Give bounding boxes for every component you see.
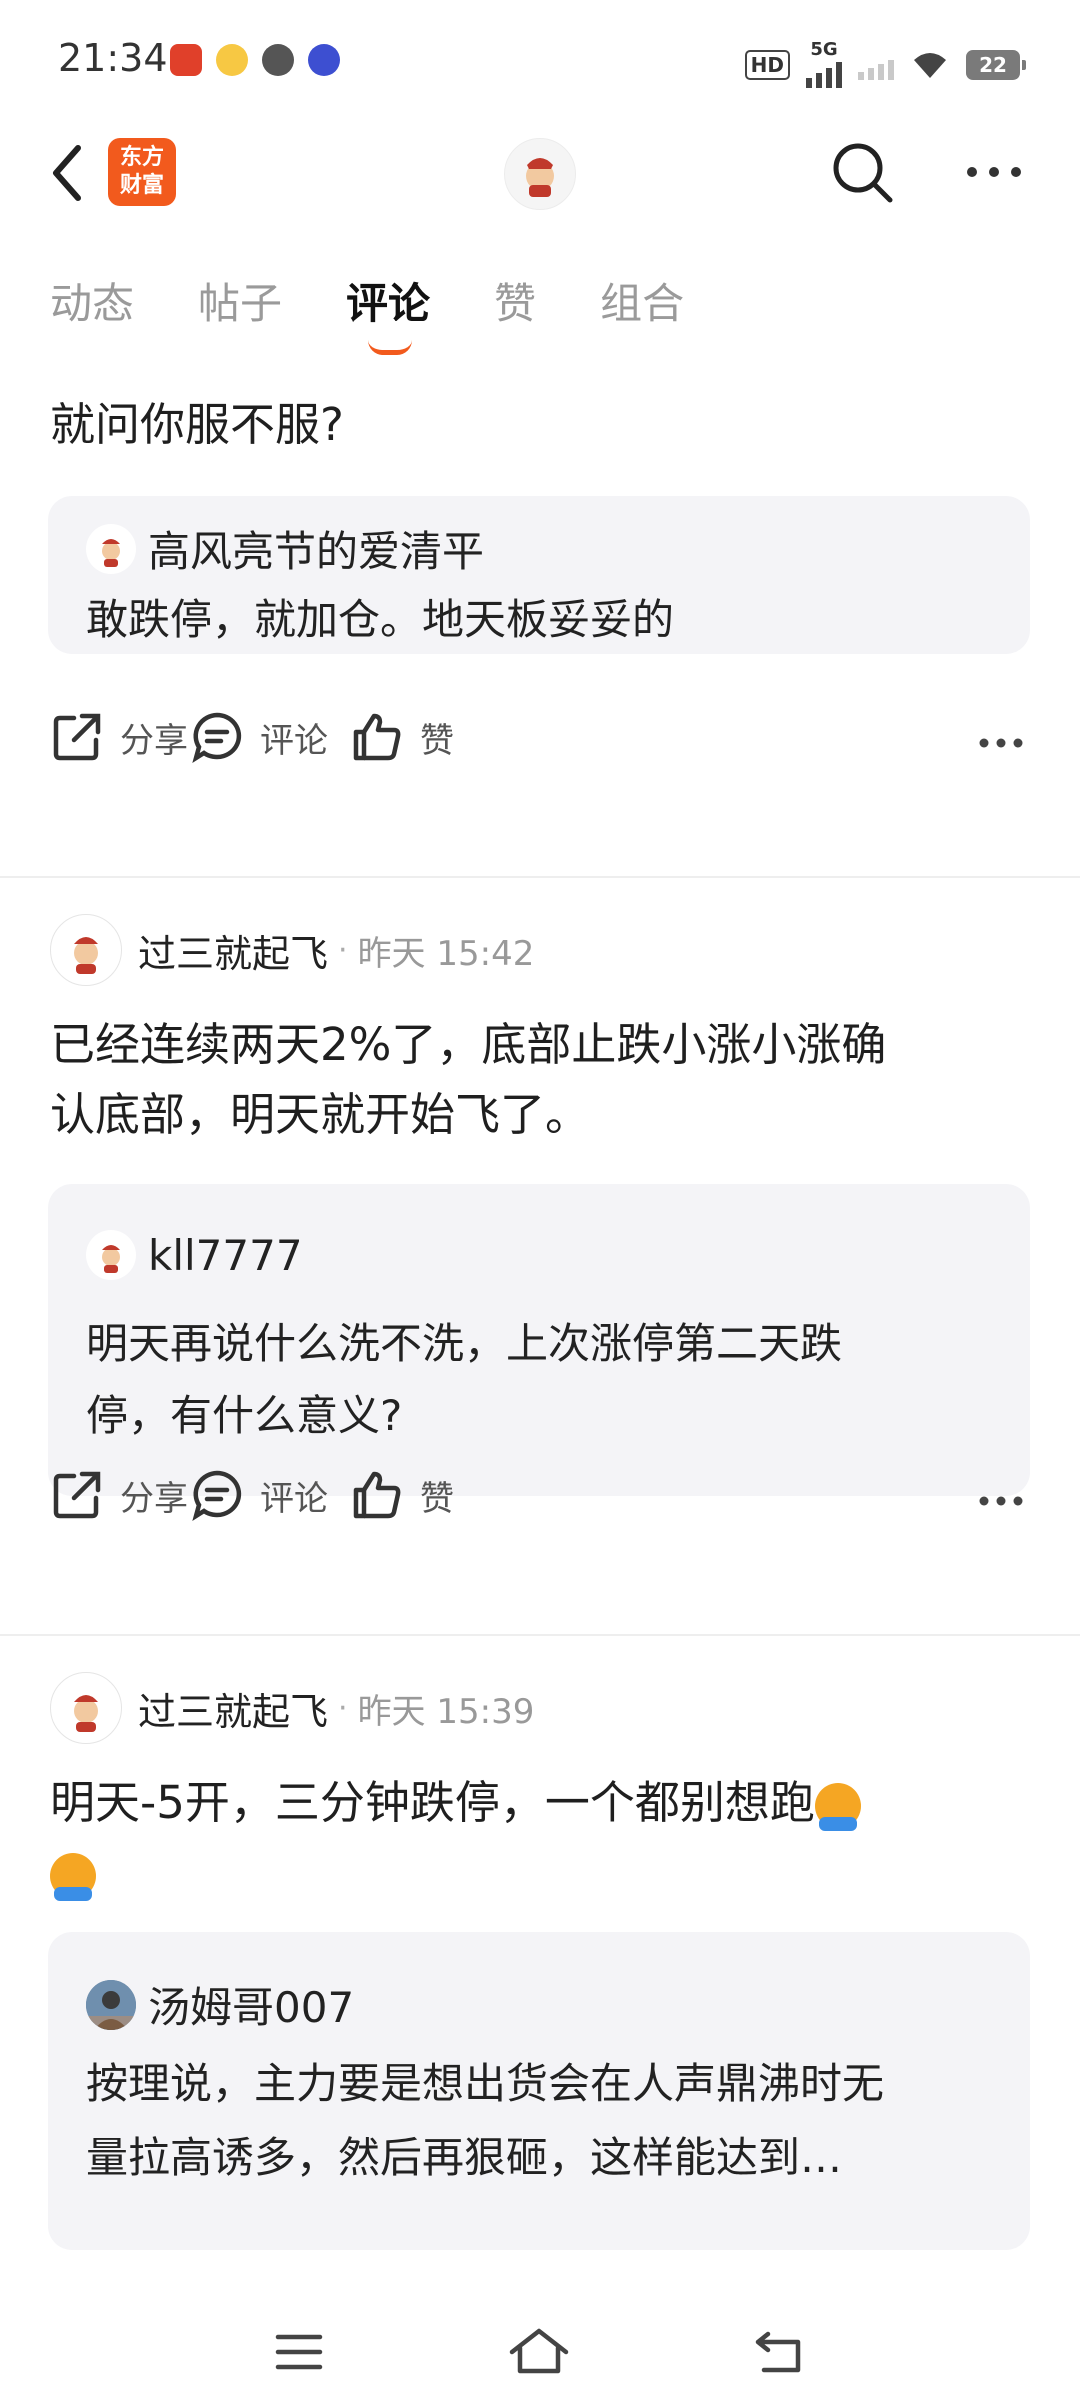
shrug-emoji-icon [50, 1853, 96, 1901]
share-button[interactable]: 分享 [50, 710, 188, 764]
quoted-text: 敢跌停，就加仓。地天板妥妥的 [86, 595, 675, 644]
more-options-icon[interactable] [964, 162, 1024, 182]
status-right: HD 5G 22 [744, 41, 1026, 88]
thumbs-up-icon [353, 713, 401, 761]
post-actions: 分享 评论 赞 [50, 1468, 1030, 1538]
post-text-line-1: 已经连续两天2%了，底部止跌小涨小涨确 [50, 1018, 887, 1071]
separator-dot: · [338, 932, 348, 968]
quoted-text-line-2: 停，有什么意义? [86, 1391, 403, 1440]
status-app-icons [170, 44, 340, 76]
post-actions: 分享 评论 赞 [50, 710, 1030, 780]
signal-5g-icon: 5G [806, 41, 842, 88]
link-icon [262, 44, 294, 76]
share-icon [53, 713, 101, 761]
tab-comments[interactable]: 评论 [346, 270, 430, 355]
comment-button[interactable]: 评论 [190, 710, 328, 764]
quoted-username[interactable]: 汤姆哥007 [148, 1974, 354, 2035]
like-button[interactable]: 赞 [350, 710, 454, 764]
comment-icon [192, 712, 242, 763]
tieba-icon [308, 44, 340, 76]
logo-text-bottom: 财富 [119, 173, 164, 198]
shrug-emoji-icon [814, 1783, 861, 1831]
quoted-comment[interactable]: 汤姆哥007 按理说，主力要是想出货会在人声鼎沸时无 量拉高诱多，然后再狠砸，这… [48, 1932, 1030, 2250]
quoted-text-line-1: 明天再说什么洗不洗，上次涨停第二天跌 [86, 1319, 843, 1368]
post-header: 过三就起飞 · 昨天 15:39 [50, 1672, 534, 1744]
post-more-icon[interactable] [978, 1494, 1024, 1508]
app-notification-icon [170, 44, 202, 76]
logo-text-top: 东方 [119, 145, 164, 170]
search-icon[interactable] [830, 140, 896, 206]
quoted-user-avatar-photo [86, 1979, 136, 2030]
status-bar: 21:34 HD 5G 22 [0, 0, 1080, 120]
comment-feed: 后还是上小雨再做上，要价还才开始涨的， 就问你服不服? 高风亮节的爱清平 敢跌停… [0, 340, 1080, 2290]
post-more-icon[interactable] [978, 736, 1024, 750]
menu-icon[interactable] [274, 2332, 324, 2372]
comment-button[interactable]: 评论 [190, 1468, 328, 1522]
post-header: 过三就起飞 · 昨天 15:42 [50, 914, 534, 986]
post-time: 昨天 15:39 [357, 1691, 535, 1732]
quoted-text-line-1: 按理说，主力要是想出货会在人声鼎沸时无 [86, 2059, 885, 2108]
fortune-god-avatar-icon [526, 158, 554, 197]
quoted-username[interactable]: 高风亮节的爱清平 [148, 518, 484, 579]
comment-icon [192, 1470, 242, 1521]
username[interactable]: 过三就起飞 [138, 923, 328, 978]
post-time: 昨天 15:42 [357, 933, 535, 974]
battery-icon: 22 [966, 50, 1026, 80]
back-arrow-icon[interactable] [44, 142, 94, 204]
profile-avatar[interactable] [504, 138, 576, 210]
post-divider [0, 1634, 1080, 1636]
post-divider [0, 876, 1080, 878]
tab-posts[interactable]: 帖子 [198, 270, 282, 331]
back-nav-icon[interactable] [752, 2328, 808, 2376]
thumbs-up-icon [353, 1471, 401, 1519]
post-text-line-2: 认底部，明天就开始飞了。 [50, 1088, 591, 1141]
separator-dot: · [338, 1690, 348, 1726]
quoted-username[interactable]: kll7777 [148, 1231, 303, 1280]
like-button[interactable]: 赞 [350, 1468, 454, 1522]
home-icon[interactable] [508, 2326, 570, 2376]
quoted-comment[interactable]: 高风亮节的爱清平 敢跌停，就加仓。地天板妥妥的 [48, 496, 1030, 654]
signal-secondary-icon [858, 50, 894, 80]
quoted-comment[interactable]: kll7777 明天再说什么洗不洗，上次涨停第二天跌 停，有什么意义? [48, 1184, 1030, 1496]
quoted-user-avatar [86, 523, 136, 574]
post-text-partial: 后还是上小雨再做上，要价还才开始涨的， [50, 340, 1030, 350]
tab-portfolio[interactable]: 组合 [600, 270, 684, 331]
post-text: 就问你服不服? [50, 398, 344, 451]
quoted-text-line-2: 量拉高诱多，然后再狠砸，这样能达到… [86, 2133, 843, 2182]
quoted-user-avatar [86, 1230, 136, 1280]
user-avatar[interactable] [50, 914, 122, 986]
post-text-line-1: 明天-5开，三分钟跌停，一个都别想跑 [50, 1768, 1030, 1838]
post-text-line-2 [50, 1838, 1030, 1908]
profile-tabs: 动态 帖子 评论 赞 组合 [50, 270, 748, 355]
weibo-icon [216, 44, 248, 76]
wifi-icon [914, 53, 946, 78]
user-avatar[interactable] [50, 1672, 122, 1744]
username[interactable]: 过三就起飞 [138, 1681, 328, 1736]
share-icon [53, 1471, 101, 1519]
status-time: 21:34 [58, 36, 168, 80]
eastmoney-logo[interactable]: 东方 财富 [108, 138, 176, 206]
tab-dynamics[interactable]: 动态 [50, 270, 134, 331]
share-button[interactable]: 分享 [50, 1468, 188, 1522]
system-navigation-bar [0, 2290, 1080, 2408]
tab-likes[interactable]: 赞 [494, 270, 536, 331]
hd-icon: HD [744, 50, 790, 80]
